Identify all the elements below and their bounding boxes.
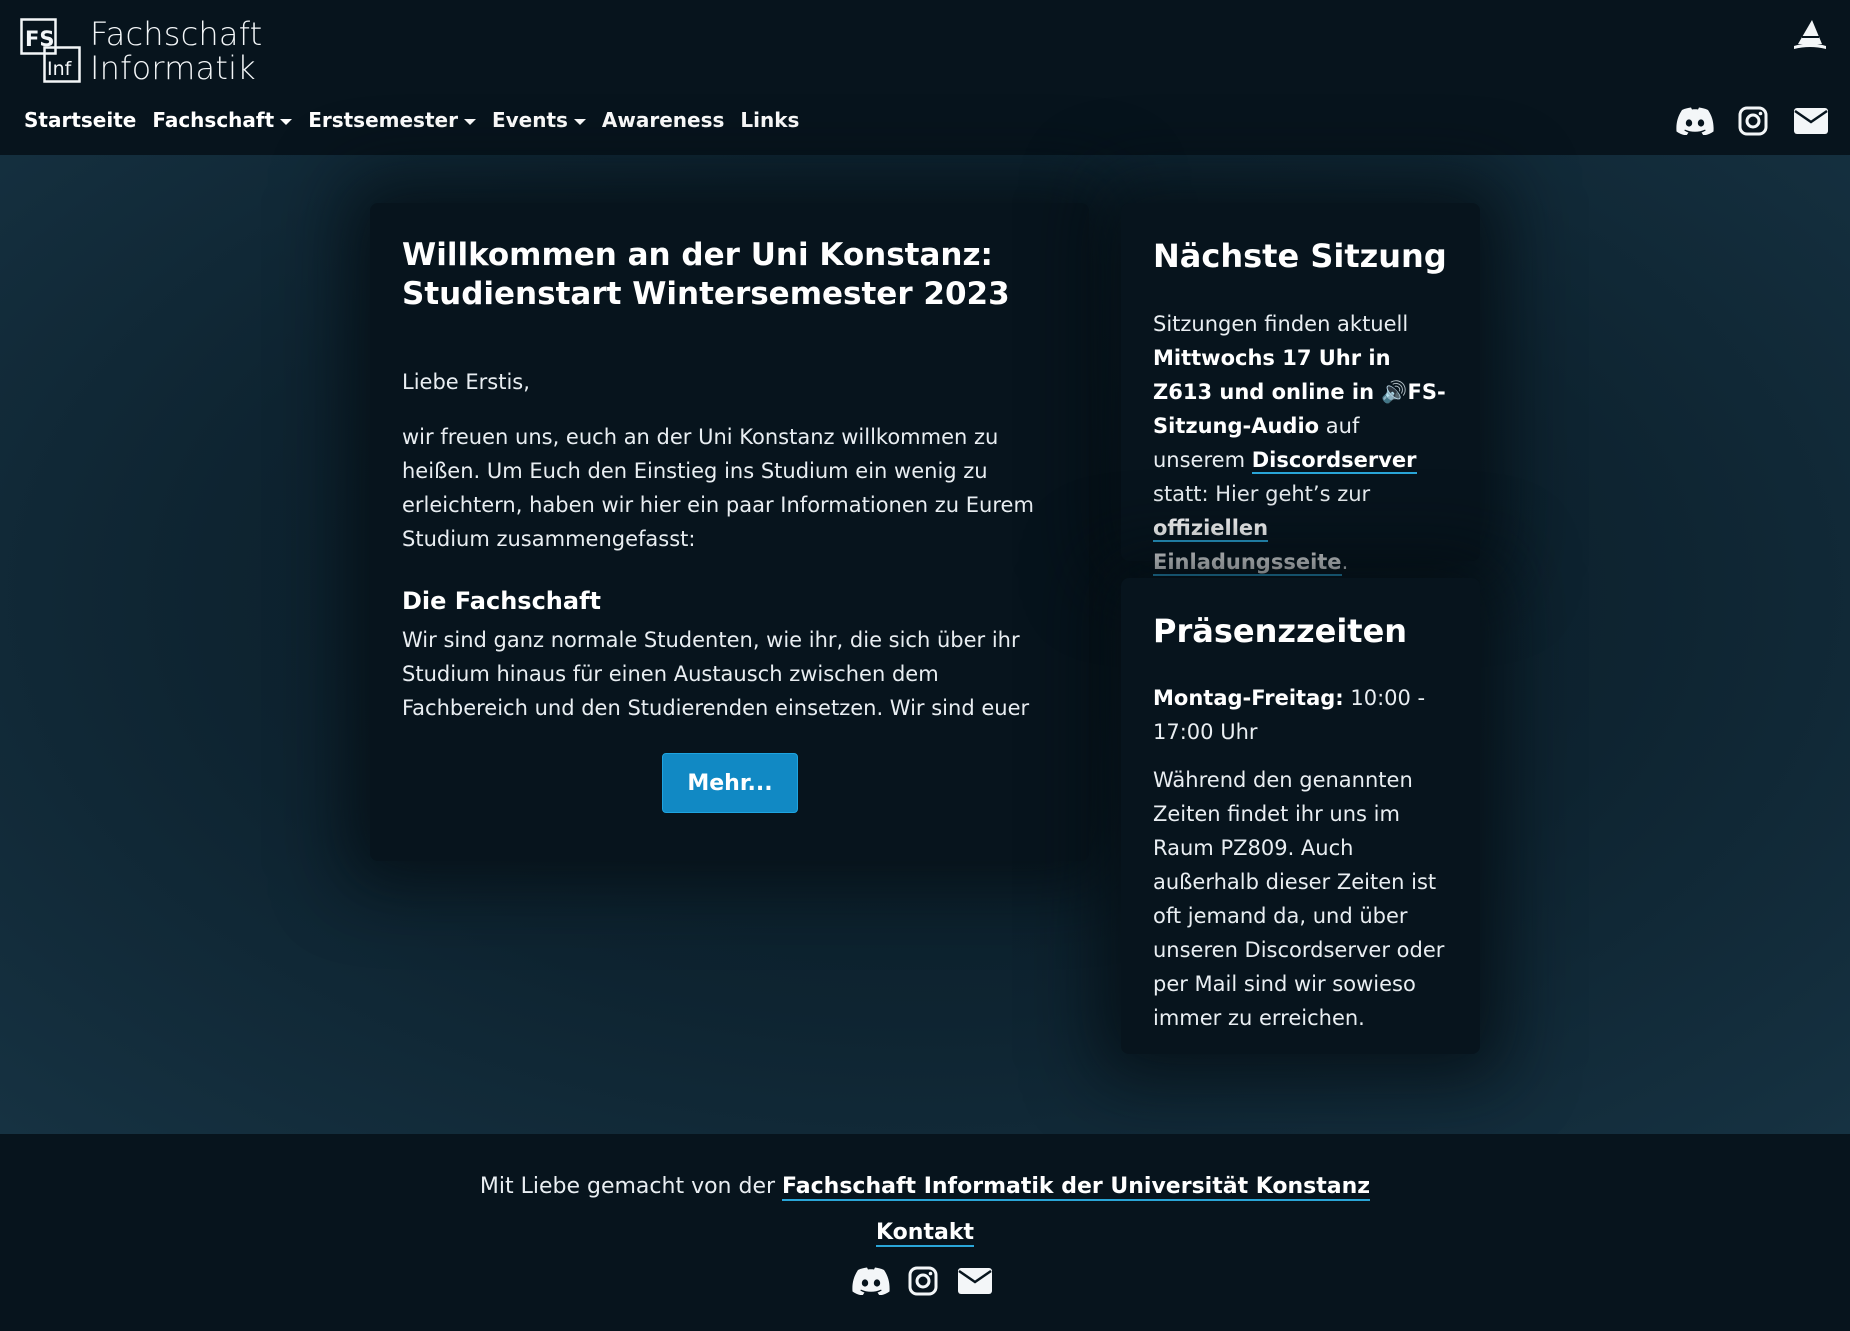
next-meeting-text: Sitzungen finden aktuell Mittwochs 17 Uh… [1153,312,1446,576]
nav-events[interactable]: Events [492,108,586,132]
more-button[interactable]: Mehr... [662,753,798,813]
section-text: Wir sind ganz normale Studenten, wie ihr… [402,628,1030,720]
logo-line-1: Fachschaft [90,15,263,53]
mail-icon[interactable] [956,1264,994,1298]
main-nav: Startseite Fachschaft Erstsemester Event… [24,108,799,132]
footer-credit: Mit Liebe gemacht von der Fachschaft Inf… [479,1174,1371,1201]
fs-inf-logo-icon: FS Inf [20,18,82,84]
instagram-icon[interactable] [1734,104,1772,138]
header-social-links [1676,104,1830,138]
discordserver-link[interactable]: Discordserver [1251,448,1417,474]
office-hours-time: Montag-Freitag: 10:00 - 17:00 Uhr [1153,686,1426,744]
office-hours-title: Präsenzzeiten [1153,612,1408,650]
contact-link[interactable]: Kontakt [876,1220,974,1247]
welcome-title: Willkommen an der Uni Konstanz: Studiens… [402,237,1010,312]
office-hours-card: Präsenzzeiten Montag-Freitag: 10:00 - 17… [1121,578,1480,1054]
instagram-icon[interactable] [904,1264,942,1298]
caret-down-icon [463,118,476,125]
mail-icon[interactable] [1792,104,1830,138]
section-title: Die Fachschaft [402,587,601,615]
next-meeting-card: Nächste Sitzung Sitzungen finden aktuell… [1121,203,1480,576]
intro-text: wir freuen uns, euch an der Uni Konstanz… [402,425,1034,551]
fachschaft-link[interactable]: Fachschaft Informatik der Universität Ko… [782,1174,1371,1201]
svg-text:Inf: Inf [47,58,73,80]
footer-social-links [852,1264,994,1298]
site-header: FS Inf Fachschaft Informatik Startseite … [0,0,1850,155]
svg-text:FS: FS [25,27,54,51]
caret-down-icon [280,118,293,125]
office-hours-description: Während den genannten Zeiten findet ihr … [1153,768,1445,1030]
nav-links[interactable]: Links [740,108,799,132]
site-logo[interactable]: FS Inf Fachschaft Informatik [20,15,263,87]
site-footer: Mit Liebe gemacht von der Fachschaft Inf… [0,1134,1850,1331]
logo-line-2: Informatik [90,49,256,87]
greeting-text: Liebe Erstis, [402,370,530,394]
invite-page-link[interactable]: offiziellen Einladungsseite [1153,516,1342,576]
welcome-card: Willkommen an der Uni Konstanz: Studiens… [370,203,1089,861]
wizard-hat-icon[interactable] [1792,18,1828,52]
nav-awareness[interactable]: Awareness [602,108,725,132]
discord-icon[interactable] [852,1264,890,1298]
discord-icon[interactable] [1676,104,1714,138]
next-meeting-title: Nächste Sitzung [1153,237,1447,275]
nav-startseite[interactable]: Startseite [24,108,136,132]
nav-erstsemester[interactable]: Erstsemester [308,108,476,132]
nav-fachschaft[interactable]: Fachschaft [152,108,293,132]
main-content: Willkommen an der Uni Konstanz: Studiens… [0,155,1850,1134]
caret-down-icon [573,118,586,125]
